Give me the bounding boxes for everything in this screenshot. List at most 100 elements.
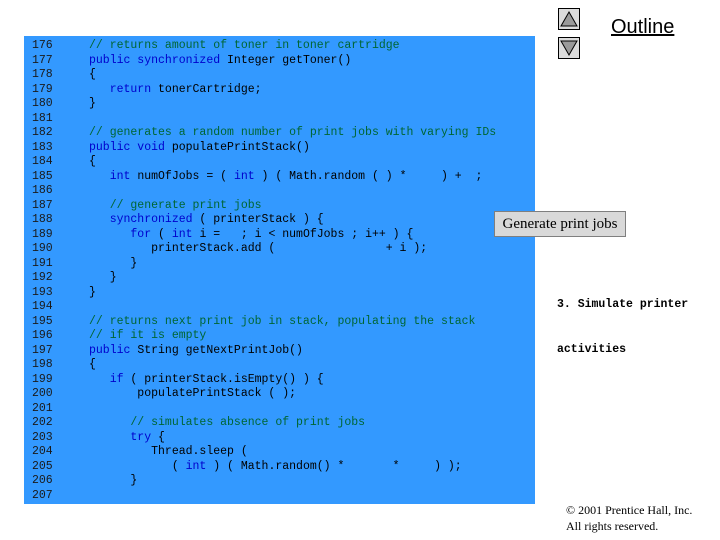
code-text: } (89, 256, 138, 270)
line-number: 178 (32, 68, 53, 81)
code-line: synchronized ( printerStack ) { (89, 213, 496, 228)
callout-generate-print-jobs: Generate print jobs (494, 211, 626, 237)
line-number: 200 (32, 387, 53, 400)
outline-note-line: 3. Simulate printer (557, 298, 689, 311)
code-text: ) ( Math.random() * * ) ); (213, 459, 462, 473)
code-keyword: public void (89, 140, 172, 154)
code-comment: // if it is empty (89, 329, 207, 342)
code-comment: // returns next print job in stack, popu… (89, 314, 476, 328)
code-keyword: public synchronized (89, 53, 228, 67)
code-text: } (89, 474, 138, 487)
line-number: 196 (32, 329, 53, 342)
line-number: 179 (32, 82, 53, 96)
code-line: // returns next print job in stack, popu… (89, 315, 496, 330)
line-number: 185 (32, 169, 53, 183)
line-number: 182 (32, 126, 53, 139)
line-number: 199 (32, 372, 53, 386)
code-keyword: int (171, 227, 200, 241)
code-text: String getNextPrintJob() (137, 343, 303, 357)
code-line: public synchronized Integer getToner() (89, 54, 496, 69)
code-line: if ( printerStack.isEmpty() ) { (89, 373, 496, 388)
code-text: } (89, 271, 117, 284)
line-number: 203 (32, 430, 53, 444)
code-line: } (89, 271, 496, 286)
code-text: { (158, 430, 165, 444)
code-line: public String getNextPrintJob() (89, 344, 496, 359)
line-number: 197 (32, 343, 53, 357)
code-line: // if it is empty (89, 329, 496, 344)
line-number: 192 (32, 271, 53, 284)
line-number: 176 (32, 39, 53, 52)
code-text: { (89, 358, 96, 371)
code-line: int numOfJobs = ( int ) ( Math.random ( … (89, 170, 496, 185)
code-text: ( (89, 459, 186, 473)
next-slide-button[interactable] (558, 37, 580, 59)
line-number: 191 (32, 256, 53, 270)
code-line: // returns amount of toner in toner cart… (89, 39, 496, 54)
outline-note: 3. Simulate printer activities (557, 267, 688, 372)
line-number: 190 (32, 242, 53, 255)
code-comment: // simulates absence of print jobs (89, 416, 366, 429)
code-text: ( printerStack ) { (199, 213, 324, 226)
code-text: ( printerStack.isEmpty() ) { (130, 372, 324, 386)
line-number: 186 (32, 184, 53, 197)
code-line: populatePrintStack ( ); (89, 387, 496, 402)
code-text: printerStack.add ( + i ); (89, 242, 428, 255)
code-line: { (89, 155, 496, 170)
code-line: } (89, 257, 496, 272)
line-number: 188 (32, 213, 53, 226)
code-keyword: return (89, 82, 159, 96)
line-number: 183 (32, 140, 53, 154)
code-keyword: public (89, 343, 138, 357)
code-text: Thread.sleep ( (89, 445, 248, 458)
code-text: tonerCartridge; (158, 82, 262, 96)
outline-link[interactable]: Outline (611, 16, 674, 39)
code-line: // generate print jobs (89, 199, 496, 214)
line-number: 201 (32, 401, 53, 415)
code-line: ( int ) ( Math.random() * * ) ); (89, 460, 496, 475)
code-line: for ( int i = ; i < numOfJobs ; i++ ) { (89, 228, 496, 243)
code-line: { (89, 68, 496, 83)
line-number: 184 (32, 155, 53, 168)
code-text: numOfJobs = ( (137, 169, 234, 183)
code-text: ( (158, 227, 172, 241)
code-line: try { (89, 431, 496, 446)
code-line: } (89, 286, 496, 301)
code-keyword: int (233, 169, 262, 183)
line-number: 194 (32, 300, 53, 313)
line-number: 202 (32, 416, 53, 429)
code-line: } (89, 474, 496, 489)
line-number-gutter: 176 177 178 179 180 181 182 183 184 185 186 187 188 1… (32, 39, 53, 503)
code-line: { (89, 358, 496, 373)
code-text: populatePrintStack() (171, 140, 310, 154)
code-text: { (89, 155, 96, 168)
code-listing: // returns amount of toner in toner cart… (89, 39, 496, 503)
line-number: 187 (32, 198, 53, 212)
code-line: return tonerCartridge; (89, 83, 496, 98)
code-line: // generates a random number of print jo… (89, 126, 496, 141)
code-text: ) ( Math.random ( ) * ) + ; (261, 169, 483, 183)
line-number: 180 (32, 97, 53, 110)
line-number: 181 (32, 111, 53, 125)
line-number: 195 (32, 314, 53, 328)
line-number: 207 (32, 488, 53, 502)
line-number: 205 (32, 459, 53, 473)
code-line: // simulates absence of print jobs (89, 416, 496, 431)
code-text: populatePrintStack ( ); (89, 387, 297, 400)
line-number: 198 (32, 358, 53, 371)
code-comment: // returns amount of toner in toner cart… (89, 39, 400, 52)
triangle-down-icon (560, 40, 578, 57)
code-comment: // generates a random number of print jo… (89, 126, 497, 139)
copyright-notice: © 2001 Prentice Hall, Inc. All rights re… (566, 502, 692, 534)
previous-slide-button[interactable] (558, 8, 580, 30)
code-line: printerStack.add ( + i ); (89, 242, 496, 257)
line-number: 193 (32, 285, 53, 299)
code-keyword: if (89, 372, 131, 386)
code-text: } (89, 97, 96, 110)
code-line: Thread.sleep ( (89, 445, 496, 460)
code-line: } (89, 97, 496, 112)
